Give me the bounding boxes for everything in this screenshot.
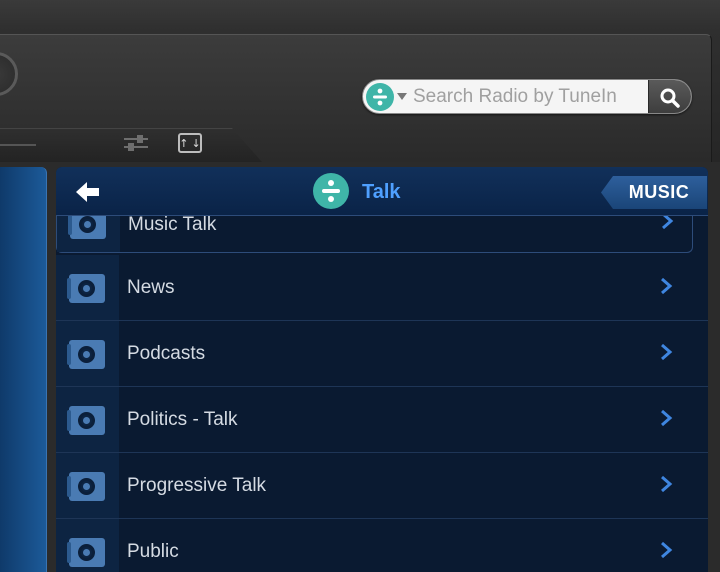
radio-icon <box>68 216 106 239</box>
search-icon <box>660 88 680 108</box>
search-bar <box>362 79 692 114</box>
radio-icon <box>67 538 105 567</box>
browse-panel: Talk MUSIC Music Talk News Podcasts Poli… <box>56 167 708 572</box>
list-item[interactable]: Music Talk <box>56 216 693 253</box>
music-button[interactable]: MUSIC <box>601 176 707 209</box>
tunein-logo-icon <box>313 173 349 209</box>
radio-icon <box>67 406 105 435</box>
chevron-right-icon <box>661 475 673 493</box>
search-input[interactable] <box>413 84 649 110</box>
radio-icon <box>67 340 105 369</box>
list-item[interactable]: News <box>56 255 708 321</box>
row-icon-cell <box>56 453 119 518</box>
back-button[interactable] <box>74 179 102 205</box>
row-icon-cell <box>56 519 119 572</box>
list-item[interactable]: Podcasts <box>56 321 708 387</box>
list-item-label: Music Talk <box>128 216 217 235</box>
row-icon-cell <box>57 216 120 252</box>
page-title: Talk <box>362 181 401 203</box>
list-item-label: Politics - Talk <box>127 409 238 430</box>
chevron-right-icon <box>662 216 674 230</box>
toolbar: ↑ ↓ <box>0 0 720 162</box>
row-icon-cell <box>56 321 119 386</box>
list-item[interactable]: Progressive Talk <box>56 453 708 519</box>
list-item-label: Podcasts <box>127 343 206 364</box>
search-button[interactable] <box>648 80 691 113</box>
chevron-right-icon <box>661 541 673 559</box>
list-item[interactable]: Politics - Talk <box>56 387 708 453</box>
chevron-down-icon[interactable] <box>397 93 407 100</box>
row-icon-cell <box>56 387 119 452</box>
mixer-icon[interactable]: ↑ ↓ <box>178 133 202 153</box>
back-arrow-icon <box>76 182 99 202</box>
equalizer-icon[interactable] <box>122 132 150 154</box>
radio-icon <box>67 472 105 501</box>
chevron-right-icon <box>661 277 673 295</box>
list-item[interactable]: Public <box>56 519 708 572</box>
browse-header: Talk MUSIC <box>56 167 708 216</box>
category-list: Music Talk News Podcasts Politics - Talk… <box>56 216 708 572</box>
list-item-label: News <box>127 277 175 298</box>
chevron-right-icon <box>661 343 673 361</box>
radio-icon <box>67 274 105 303</box>
list-item-label: Progressive Talk <box>127 475 267 496</box>
row-icon-cell <box>56 255 119 320</box>
tunein-logo-icon[interactable] <box>366 83 394 111</box>
list-item-label: Public <box>127 541 179 562</box>
slider-track[interactable] <box>0 144 36 146</box>
chevron-right-icon <box>661 409 673 427</box>
left-panel <box>0 167 47 572</box>
